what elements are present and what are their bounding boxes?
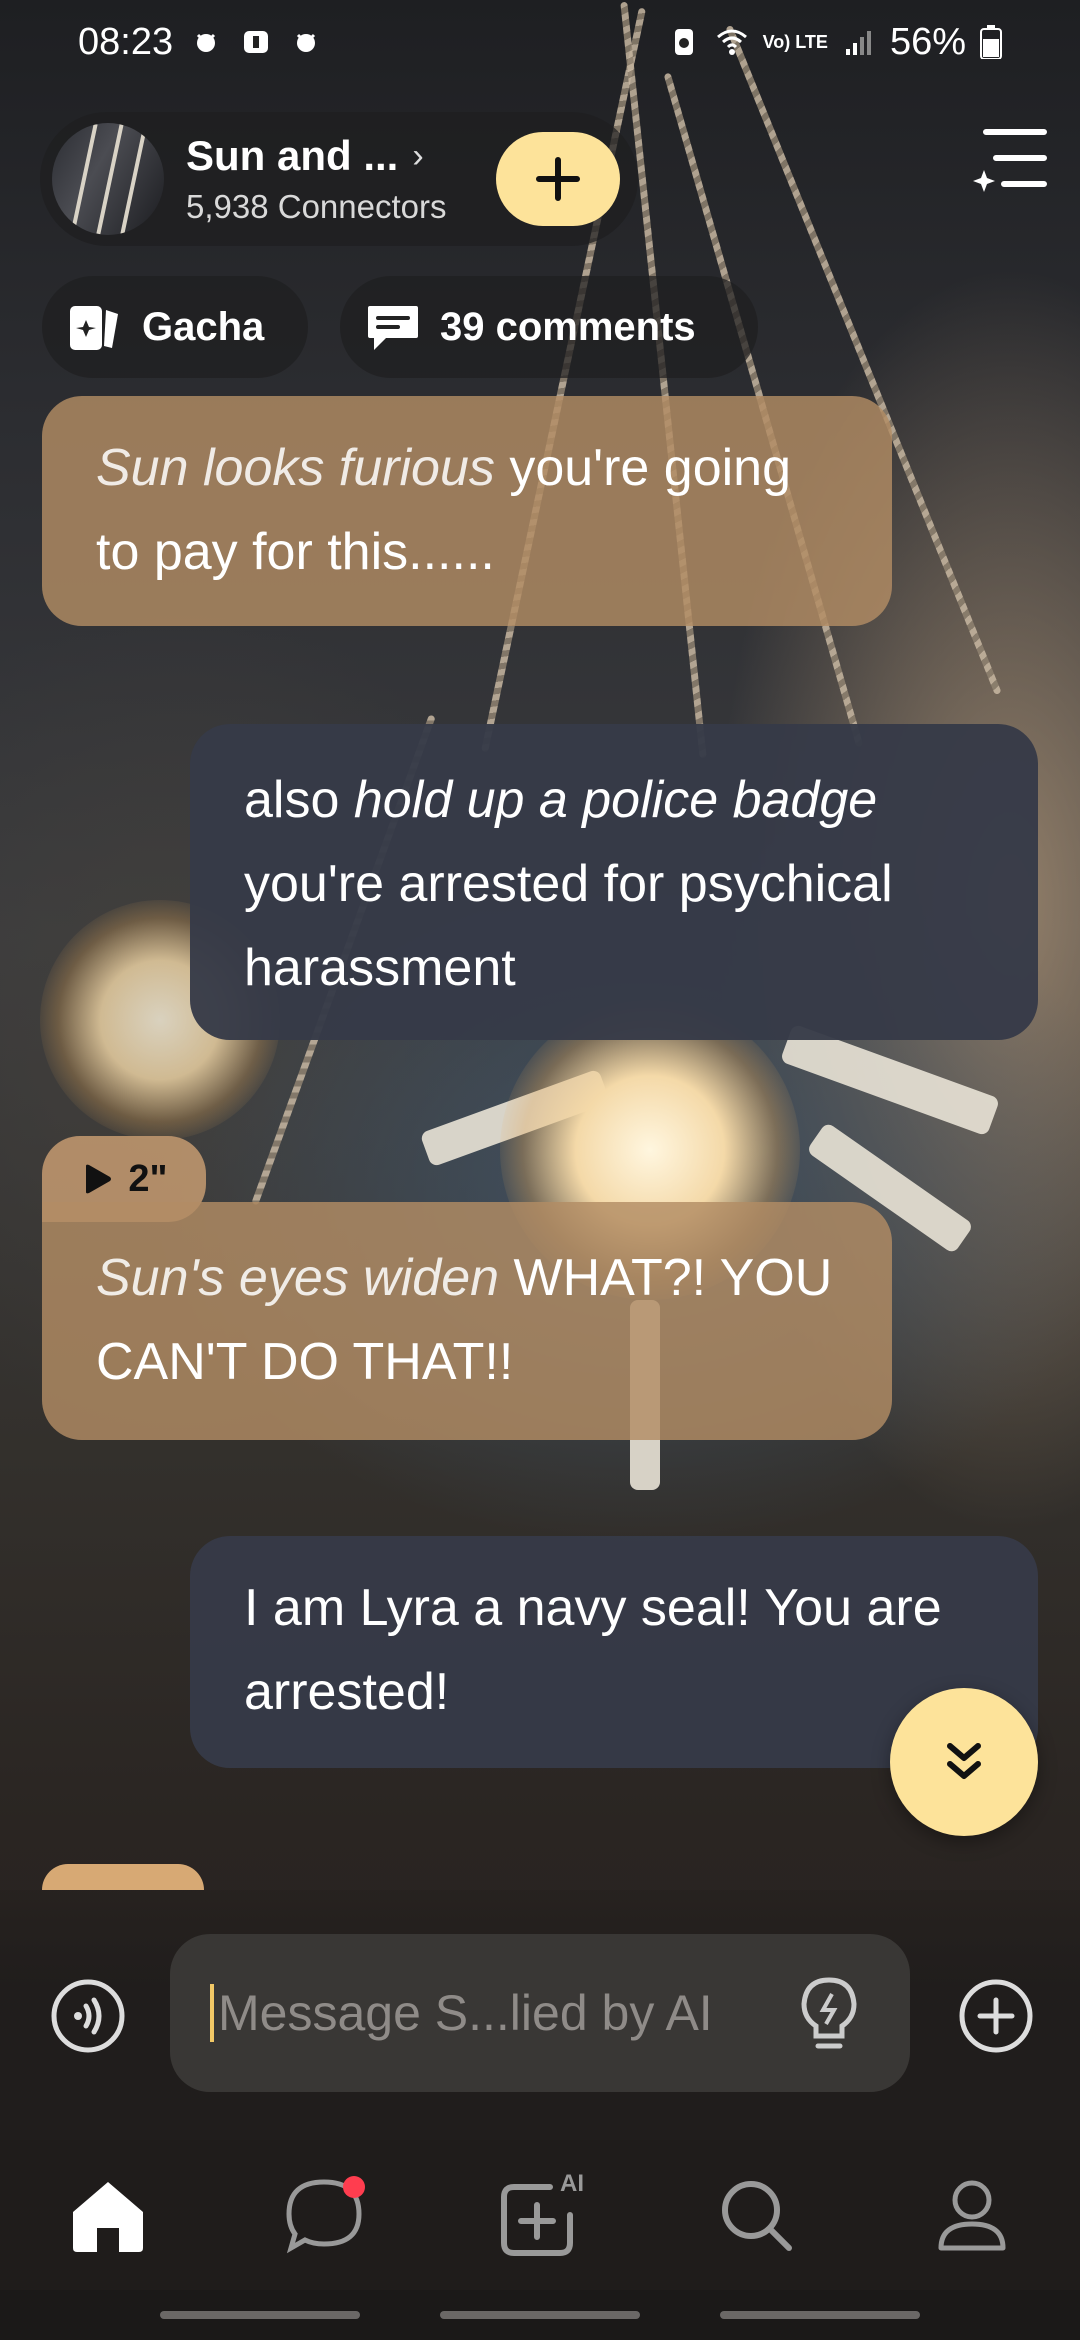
message-input[interactable] bbox=[210, 1984, 770, 2042]
plus-icon bbox=[536, 157, 580, 201]
notification-dot bbox=[343, 2176, 365, 2198]
create-ai-icon: AI bbox=[501, 2170, 584, 2256]
message-prefix: also bbox=[244, 771, 354, 829]
plus-circle-icon bbox=[959, 1979, 1033, 2053]
system-gesture-bar bbox=[0, 2290, 1080, 2340]
next-message-tag bbox=[42, 1864, 204, 1890]
nav-create-ai[interactable]: AI bbox=[485, 2160, 595, 2270]
comments-label: 39 comments bbox=[440, 304, 696, 349]
character-info[interactable]: Sun and ... › 5,938 Connectors bbox=[186, 132, 447, 226]
follow-add-button[interactable] bbox=[496, 132, 620, 226]
scroll-to-bottom-button[interactable] bbox=[890, 1688, 1038, 1836]
gacha-cards-icon bbox=[70, 306, 118, 350]
status-time: 08:23 bbox=[78, 20, 174, 63]
lightbulb-icon[interactable] bbox=[792, 1974, 866, 2054]
audio-duration: 2" bbox=[128, 1157, 168, 1200]
wifi-icon bbox=[716, 29, 747, 55]
search-icon bbox=[722, 2181, 792, 2251]
gesture-home[interactable] bbox=[440, 2311, 640, 2319]
status-bar: 08:23 Vo) LTE 56% bbox=[0, 0, 1080, 84]
message-input-box[interactable] bbox=[170, 1934, 910, 2092]
battery-percent: 56% bbox=[889, 20, 966, 63]
nav-home[interactable] bbox=[53, 2160, 163, 2270]
bottom-navigation: AI bbox=[0, 2140, 1080, 2290]
menu-button[interactable] bbox=[970, 118, 1050, 198]
gacha-label: Gacha bbox=[142, 304, 265, 349]
notification-bug-icon bbox=[197, 33, 216, 52]
bot-message[interactable]: Sun's eyes widen WHAT?! YOU CAN'T DO THA… bbox=[42, 1202, 892, 1440]
character-name: Sun and ... bbox=[186, 132, 399, 179]
connectors-count: 5,938 Connectors bbox=[186, 188, 447, 225]
nav-chats[interactable] bbox=[269, 2160, 379, 2270]
nav-profile[interactable] bbox=[917, 2160, 1027, 2270]
notification-bug-icon-2 bbox=[297, 33, 316, 52]
battery-icon bbox=[980, 25, 1002, 59]
message-action-text: Sun looks furious bbox=[96, 439, 495, 497]
message-text: I am Lyra a navy seal! You are arrested! bbox=[244, 1579, 942, 1721]
bot-message[interactable]: Sun looks furious you're going to pay fo… bbox=[42, 396, 892, 626]
comment-icon bbox=[368, 306, 418, 350]
message-action-text: Sun's eyes widen bbox=[96, 1249, 500, 1307]
message-action-text: hold up a police badge bbox=[353, 771, 878, 829]
voice-icon bbox=[51, 1979, 125, 2053]
comments-chip[interactable]: 39 comments bbox=[340, 276, 758, 378]
signal-icon bbox=[845, 31, 871, 55]
message-text: you're arrested for psychical harassment bbox=[244, 855, 893, 997]
character-avatar[interactable] bbox=[52, 123, 164, 235]
chevron-right-icon: › bbox=[412, 136, 424, 175]
gesture-back[interactable] bbox=[720, 2311, 920, 2319]
attach-plus-button[interactable] bbox=[956, 1976, 1036, 2056]
home-icon bbox=[73, 2182, 143, 2252]
gesture-recent[interactable] bbox=[160, 2311, 360, 2319]
user-message[interactable]: also hold up a police badge you're arres… bbox=[190, 724, 1038, 1040]
battery-saver-icon bbox=[674, 29, 693, 55]
double-chevron-down-icon bbox=[947, 1743, 981, 1779]
play-icon bbox=[86, 1164, 112, 1194]
profile-icon bbox=[938, 2180, 1006, 2251]
nav-search[interactable] bbox=[701, 2160, 811, 2270]
gacha-chip[interactable]: Gacha bbox=[42, 276, 308, 378]
character-header[interactable]: Sun and ... › 5,938 Connectors bbox=[40, 112, 638, 246]
menu-sparkle-icon bbox=[973, 129, 1047, 192]
network-type-label: Vo) LTE bbox=[762, 32, 828, 52]
voice-call-button[interactable] bbox=[48, 1976, 128, 2056]
svg-text:AI: AI bbox=[560, 2170, 584, 2197]
notification-app-icon bbox=[244, 31, 269, 53]
